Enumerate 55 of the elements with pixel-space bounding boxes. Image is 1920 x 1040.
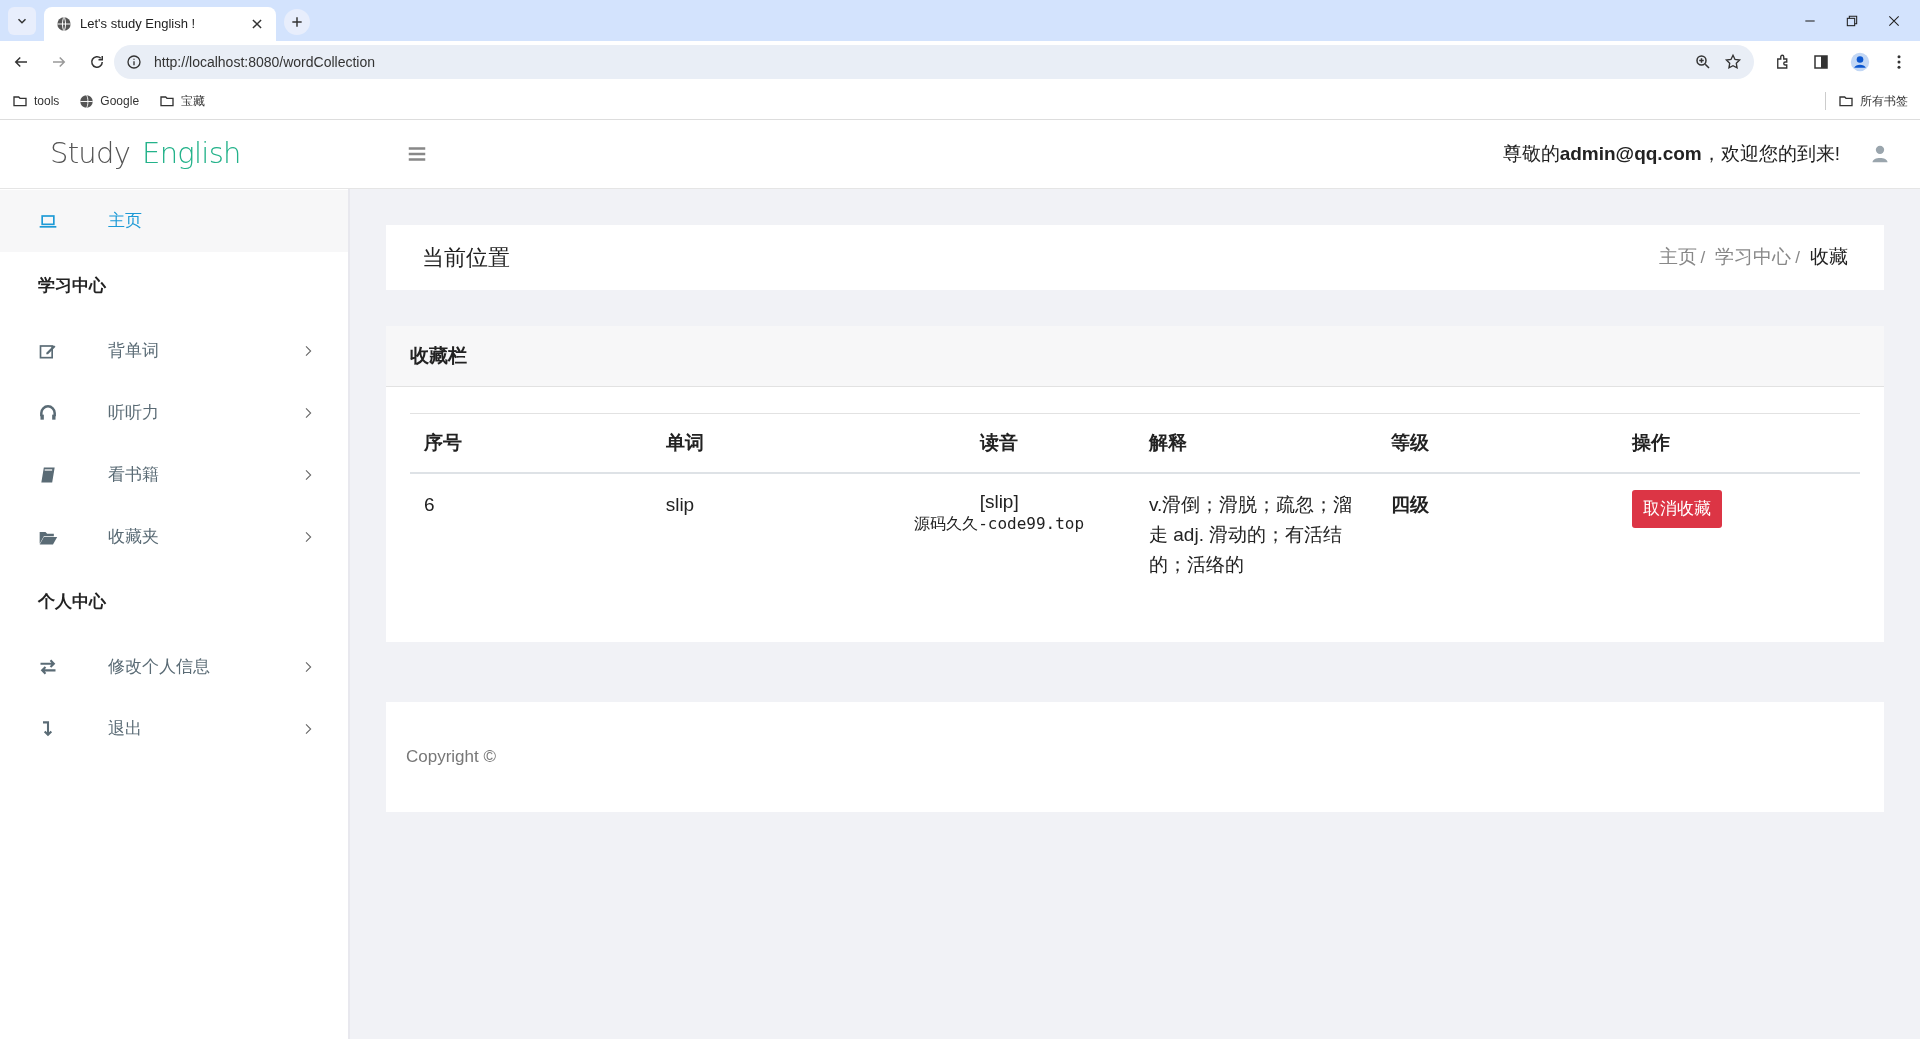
folder-icon <box>1838 93 1854 109</box>
bookmark[interactable]: tools <box>12 92 60 110</box>
browser-tab[interactable]: Let's study English ! <box>44 7 276 41</box>
folder-icon <box>12 93 28 109</box>
globe-icon <box>79 93 95 109</box>
headphones-icon <box>38 403 58 423</box>
card-header: 收藏栏 <box>386 326 1884 387</box>
column-header: 单词 <box>664 430 705 455</box>
bookmark[interactable]: 宝藏 <box>159 92 206 110</box>
breadcrumb-link[interactable]: 学习中心 <box>1715 243 1792 272</box>
close-icon[interactable] <box>250 17 264 31</box>
sidebar-item[interactable]: 背单词 <box>0 320 348 382</box>
star-icon[interactable] <box>1724 53 1742 71</box>
all-bookmarks[interactable]: 所有书签 <box>1825 92 1908 110</box>
bookmark[interactable]: Google <box>79 92 140 110</box>
sidebar-item[interactable]: 退出 <box>0 698 348 760</box>
column-header: 序号 <box>423 430 463 455</box>
column-header: 解释 <box>1148 430 1188 455</box>
sidebar-heading: 个人中心 <box>37 591 107 614</box>
remove-favorite-button[interactable]: 取消收藏 <box>1632 490 1723 528</box>
sidebar-item[interactable]: 修改个人信息 <box>0 636 348 698</box>
sidebar-item[interactable]: 看书籍 <box>0 444 348 506</box>
new-tab-button[interactable] <box>284 9 310 35</box>
table-cell-text: v.滑倒；滑脱；疏忽；溜走 adj. 滑动的；有活结的；活络的 <box>1148 493 1354 577</box>
footer: Copyright © <box>386 702 1884 812</box>
column-header: 读音 <box>978 430 1020 455</box>
swap-arrows-icon <box>38 657 58 677</box>
url-text: http://localhost:8080/wordCollection <box>154 52 377 72</box>
profile-icon[interactable] <box>1850 52 1870 72</box>
table-cell-text: slip <box>664 493 696 517</box>
sidebar-heading: 学习中心 <box>37 275 107 298</box>
info-icon <box>126 54 142 70</box>
breadcrumb-separator: / <box>1795 246 1800 269</box>
zoom-icon[interactable] <box>1694 53 1712 71</box>
reload-icon[interactable] <box>88 53 106 71</box>
side-panel-icon[interactable] <box>1812 53 1830 71</box>
address-bar[interactable]: http://localhost:8080/wordCollection <box>114 45 1754 79</box>
table-cell: [slip] <box>979 490 1019 514</box>
table-cell-text: 6 <box>423 493 436 517</box>
column-header: 操作 <box>1630 430 1672 455</box>
sidebar-item[interactable]: 听听力 <box>0 382 348 444</box>
sidebar-item[interactable]: 收藏夹 <box>0 506 348 568</box>
plus-icon <box>290 15 304 29</box>
breadcrumb-link[interactable]: 主页 <box>1658 243 1697 272</box>
breadcrumb-current: 收藏 <box>1810 245 1848 270</box>
logo[interactable]: Study English <box>0 132 350 176</box>
tab-title: Let's study English ! <box>80 15 197 34</box>
column-header: 等级 <box>1389 430 1430 455</box>
globe-icon <box>56 16 72 32</box>
table-cell-text: 四级 <box>1389 493 1430 517</box>
greeting-text: 尊敬的admin@qq.com，欢迎您的到来! <box>1502 141 1840 166</box>
folder-icon <box>159 93 176 109</box>
location-title: 当前位置 <box>422 244 511 272</box>
table-cell: 源码久久-code99.top <box>914 514 1085 534</box>
breadcrumb-separator: / <box>1700 246 1706 269</box>
